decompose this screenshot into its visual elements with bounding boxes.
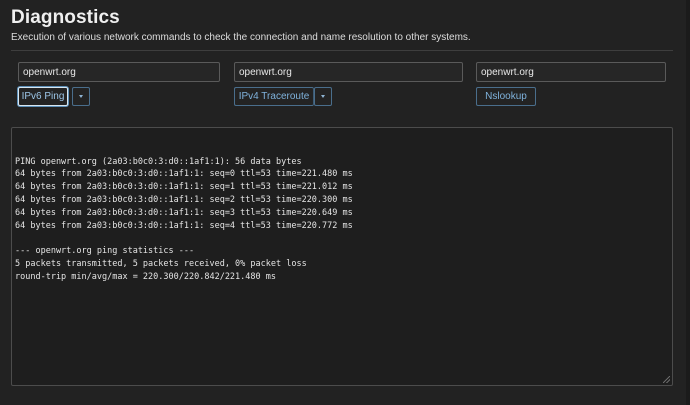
chevron-down-icon	[79, 95, 83, 98]
output-line: 64 bytes from 2a03:b0c0:3:d0::1af1:1: se…	[15, 194, 353, 205]
traceroute-protocol-dropdown-button[interactable]	[314, 87, 332, 106]
ping-host-input[interactable]	[18, 62, 220, 82]
output-line: 64 bytes from 2a03:b0c0:3:d0::1af1:1: se…	[15, 182, 353, 193]
page-description: Execution of various network commands to…	[11, 32, 471, 43]
nslookup-host-input[interactable]	[476, 62, 666, 82]
output-line: round-trip min/avg/max = 220.300/220.842…	[15, 271, 276, 282]
page-scroll-edge	[686, 0, 690, 405]
section-divider	[11, 50, 673, 51]
traceroute-host-input[interactable]	[234, 62, 463, 82]
page-title: Diagnostics	[11, 7, 120, 28]
output-line: PING openwrt.org (2a03:b0c0:3:d0::1af1:1…	[15, 156, 302, 167]
output-line: 64 bytes from 2a03:b0c0:3:d0::1af1:1: se…	[15, 220, 353, 231]
output-line: 64 bytes from 2a03:b0c0:3:d0::1af1:1: se…	[15, 207, 353, 218]
nslookup-button[interactable]: Nslookup	[476, 87, 536, 106]
output-line: 64 bytes from 2a03:b0c0:3:d0::1af1:1: se…	[15, 169, 353, 180]
ipv6-ping-button[interactable]: IPv6 Ping	[18, 87, 68, 106]
ping-protocol-dropdown-button[interactable]	[72, 87, 90, 106]
output-lines: PING openwrt.org (2a03:b0c0:3:d0::1af1:1…	[15, 156, 669, 284]
command-output-textarea[interactable]: PING openwrt.org (2a03:b0c0:3:d0::1af1:1…	[11, 127, 673, 386]
chevron-down-icon	[321, 95, 325, 98]
output-line: 5 packets transmitted, 5 packets receive…	[15, 258, 307, 269]
output-line: --- openwrt.org ping statistics ---	[15, 246, 195, 257]
ipv4-traceroute-button[interactable]: IPv4 Traceroute	[234, 87, 314, 106]
resize-grip-icon[interactable]	[663, 376, 670, 383]
